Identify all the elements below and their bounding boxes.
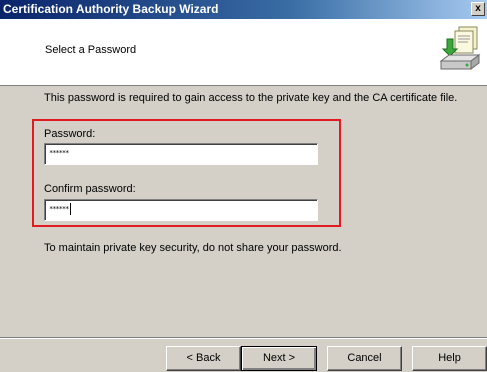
window-titlebar: Certification Authority Backup Wizard x <box>0 0 487 19</box>
button-divider <box>0 337 487 339</box>
window-title: Certification Authority Backup Wizard <box>3 2 219 16</box>
confirm-password-field[interactable]: ****** <box>44 199 318 221</box>
next-button[interactable]: Next > <box>241 346 317 371</box>
confirm-password-label: Confirm password: <box>44 183 136 195</box>
confirm-password-mask: ****** <box>49 205 69 213</box>
backup-wizard-icon <box>439 26 481 70</box>
help-button[interactable]: Help <box>412 346 487 371</box>
back-button[interactable]: < Back <box>166 346 241 371</box>
password-label: Password: <box>44 128 96 140</box>
password-field[interactable]: ****** <box>44 143 318 165</box>
password-mask: ****** <box>49 149 69 157</box>
close-icon[interactable]: x <box>471 2 485 16</box>
wizard-header: Select a Password <box>0 19 487 86</box>
text-caret <box>70 203 72 215</box>
page-title: Select a Password <box>45 44 137 56</box>
intro-text: This password is required to gain access… <box>44 92 458 104</box>
security-note: To maintain private key security, do not… <box>44 242 342 254</box>
cancel-button[interactable]: Cancel <box>327 346 402 371</box>
